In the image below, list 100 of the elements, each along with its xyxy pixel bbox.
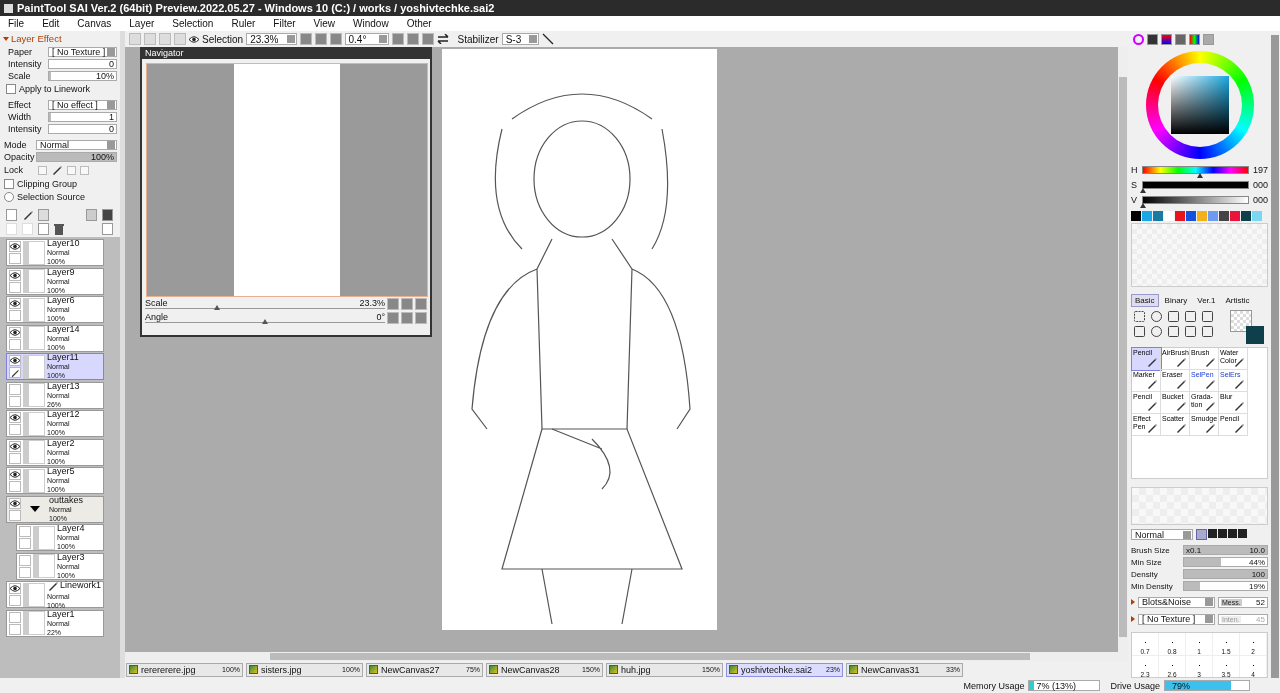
magnifier-icon[interactable] [1150, 325, 1163, 338]
edit-lock-toggle[interactable] [9, 367, 21, 378]
value-slider[interactable]: 19% [1183, 581, 1268, 591]
slider-thumb[interactable] [214, 305, 220, 310]
edit-lock-toggle[interactable] [9, 623, 21, 635]
scrollbar[interactable] [1271, 35, 1279, 678]
trash-icon[interactable] [54, 223, 64, 235]
edit-lock-toggle[interactable] [9, 253, 21, 264]
visibility-toggle[interactable] [9, 497, 21, 509]
slider-thumb[interactable] [262, 319, 268, 324]
edit-lock-toggle[interactable] [9, 395, 21, 407]
zoom-field[interactable]: 23.3% [246, 33, 297, 45]
blend-dropdown[interactable]: Normal [1131, 529, 1193, 540]
visibility-toggle[interactable] [9, 298, 21, 309]
foreground-color-swatch[interactable] [1246, 326, 1264, 344]
dropdown[interactable]: [ No effect ] [48, 100, 117, 110]
line-icon[interactable] [542, 33, 555, 45]
color-swatch[interactable] [1131, 211, 1141, 221]
edit-lock-toggle[interactable] [9, 424, 21, 435]
menu-item[interactable]: Selection [164, 18, 224, 29]
edit-lock-toggle[interactable] [19, 538, 31, 549]
scrollbar-thumb[interactable] [270, 653, 1030, 660]
tool-tab[interactable]: Ver.1 [1193, 294, 1220, 307]
visibility-toggle[interactable] [19, 526, 31, 537]
dropdown[interactable]: [ No Texture ] [48, 47, 117, 57]
menu-item[interactable]: Ruler [223, 18, 266, 29]
visibility-toggle[interactable] [9, 383, 21, 395]
color-swatch[interactable] [1252, 211, 1262, 221]
saturation-value-square[interactable] [1170, 76, 1229, 134]
menu-item[interactable]: Window [345, 18, 399, 29]
angle-field[interactable]: 0.4° [344, 33, 389, 45]
menu-item[interactable]: Filter [265, 18, 306, 29]
menu-item[interactable]: Layer [121, 18, 165, 29]
color-swatch[interactable] [1142, 211, 1152, 221]
visibility-toggle[interactable] [9, 469, 21, 480]
value-slider[interactable]: 100 [1183, 569, 1268, 579]
visibility-toggle[interactable] [9, 326, 21, 338]
color-swatch[interactable] [1208, 211, 1218, 221]
color-swatch[interactable] [1175, 211, 1185, 221]
color-swatch[interactable] [1153, 211, 1163, 221]
palette-grid-icon[interactable] [1189, 34, 1200, 45]
value-slider[interactable]: 44% [1183, 557, 1268, 567]
color-swatch[interactable] [1197, 211, 1207, 221]
lasso-icon[interactable] [1150, 310, 1163, 323]
dropdown[interactable]: Blots&Noise [1138, 596, 1215, 608]
select-rect-icon[interactable] [1133, 310, 1146, 323]
checkbox[interactable] [4, 178, 14, 189]
menu-item[interactable]: View [305, 18, 346, 29]
brush-shape-icon[interactable] [1196, 529, 1207, 540]
menu-item[interactable]: Canvas [69, 18, 122, 29]
color-swatch[interactable] [1241, 211, 1251, 221]
hsv-slider-icon[interactable] [1161, 34, 1172, 45]
edit-lock-toggle[interactable] [9, 338, 21, 350]
color-swatch[interactable] [1186, 211, 1196, 221]
eye-icon [10, 271, 20, 279]
value-slider[interactable]: 0 [48, 59, 117, 69]
layer-thumbnail [23, 440, 45, 464]
scrollbar-thumb[interactable] [1119, 77, 1127, 637]
flip-icon[interactable] [436, 34, 449, 44]
dropdown[interactable]: Normal [36, 140, 117, 150]
edit-lock-toggle[interactable] [9, 595, 21, 606]
menu-item[interactable]: Edit [34, 18, 70, 29]
scratchpad[interactable] [1131, 223, 1268, 287]
visibility-toggle[interactable] [9, 412, 21, 423]
visibility-toggle[interactable] [9, 440, 21, 452]
tool-tab[interactable]: Binary [1160, 294, 1192, 307]
edit-lock-toggle[interactable] [9, 281, 21, 293]
layer-thumbnail [23, 411, 45, 436]
menu-item[interactable]: File [0, 18, 35, 29]
edit-lock-toggle[interactable] [9, 509, 21, 521]
visibility-toggle[interactable] [9, 583, 21, 594]
tool-tab[interactable]: Basic [1131, 294, 1159, 307]
value-slider[interactable]: 10% [48, 71, 117, 81]
radio-button[interactable] [4, 191, 14, 202]
visibility-toggle[interactable] [9, 355, 21, 366]
value-slider[interactable]: 1 [48, 112, 117, 122]
visibility-toggle[interactable] [9, 269, 21, 281]
edit-lock-toggle[interactable] [9, 310, 21, 321]
scale-slider[interactable]: Scale 23.3% [145, 298, 385, 310]
color-swatch[interactable] [1230, 211, 1240, 221]
checkbox[interactable] [6, 83, 16, 94]
visibility-toggle[interactable] [9, 241, 21, 252]
visibility-toggle[interactable] [19, 554, 31, 566]
color-swatch[interactable] [1164, 211, 1174, 221]
value-slider[interactable]: x0.1 10.0 [1183, 545, 1268, 555]
color-swatch[interactable] [1219, 211, 1229, 221]
stabilizer-field[interactable]: S-3 [501, 33, 540, 45]
edit-lock-toggle[interactable] [9, 452, 21, 464]
section-header[interactable]: Layer Effect [0, 31, 120, 46]
edit-lock-toggle[interactable] [19, 566, 31, 578]
value-slider[interactable]: 0 [48, 124, 117, 134]
tool-tab[interactable]: Artistic [1221, 294, 1254, 307]
opacity-slider[interactable]: 100% [36, 152, 117, 162]
edit-lock-toggle[interactable] [9, 481, 21, 492]
visibility-toggle[interactable] [9, 611, 21, 623]
expand-triangle-icon[interactable] [30, 506, 40, 512]
color-wheel-icon[interactable] [1133, 34, 1144, 45]
angle-slider[interactable]: Angle 0° [145, 312, 385, 324]
background-color-swatch[interactable] [1230, 310, 1252, 332]
menu-item[interactable]: Other [398, 18, 442, 29]
